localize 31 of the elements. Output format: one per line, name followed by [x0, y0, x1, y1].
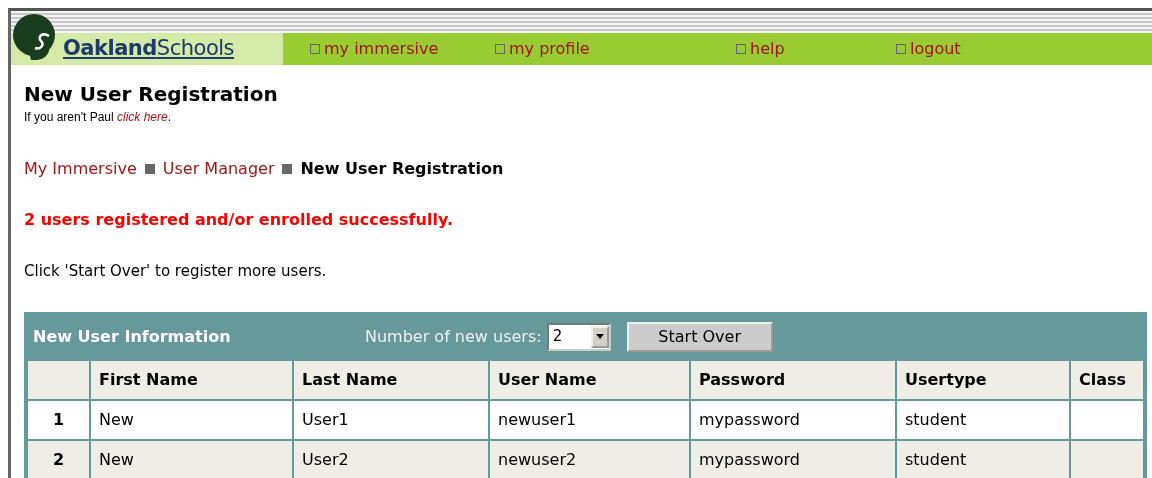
separator-icon: [144, 164, 155, 174]
table-cell: newuser2: [489, 440, 690, 478]
table-cell: mypassword: [690, 440, 896, 478]
instructions-text: Click 'Start Over' to register more users.: [24, 261, 328, 281]
breadcrumb-link[interactable]: My Immersive: [24, 159, 137, 179]
nav-link[interactable]: logout: [896, 37, 961, 61]
success-message: 2 users registered and/or enrolled successfully.: [24, 210, 454, 230]
user-note: If you aren't Paul click here.: [24, 109, 173, 126]
table-cell: student: [896, 440, 1070, 478]
column-header: User Name: [489, 360, 690, 400]
count-label: Number of new users:: [365, 325, 542, 348]
click-here-link[interactable]: click here: [117, 110, 168, 124]
column-header: Last Name: [293, 360, 489, 400]
nav-link[interactable]: help: [736, 37, 896, 61]
table-cell: User2: [293, 440, 489, 478]
dropdown-arrow-icon: [595, 334, 604, 339]
nav-link[interactable]: my immersive: [310, 37, 495, 61]
row-number: 2: [27, 440, 90, 478]
table-cell: New: [90, 440, 293, 478]
page-title: New User Registration: [24, 81, 279, 107]
column-header: Class: [1070, 360, 1144, 400]
nav-link[interactable]: my profile: [495, 37, 736, 61]
column-header: First Name: [90, 360, 293, 400]
start-over-button[interactable]: Start Over: [626, 321, 773, 352]
column-header: Password: [690, 360, 896, 400]
column-header: Usertype: [896, 360, 1070, 400]
panel-title: New User Information: [33, 325, 232, 348]
count-select[interactable]: 2: [546, 322, 611, 351]
breadcrumb-current: New User Registration: [300, 159, 504, 179]
separator-icon: [282, 164, 293, 174]
breadcrumb-link[interactable]: User Manager: [162, 159, 275, 179]
